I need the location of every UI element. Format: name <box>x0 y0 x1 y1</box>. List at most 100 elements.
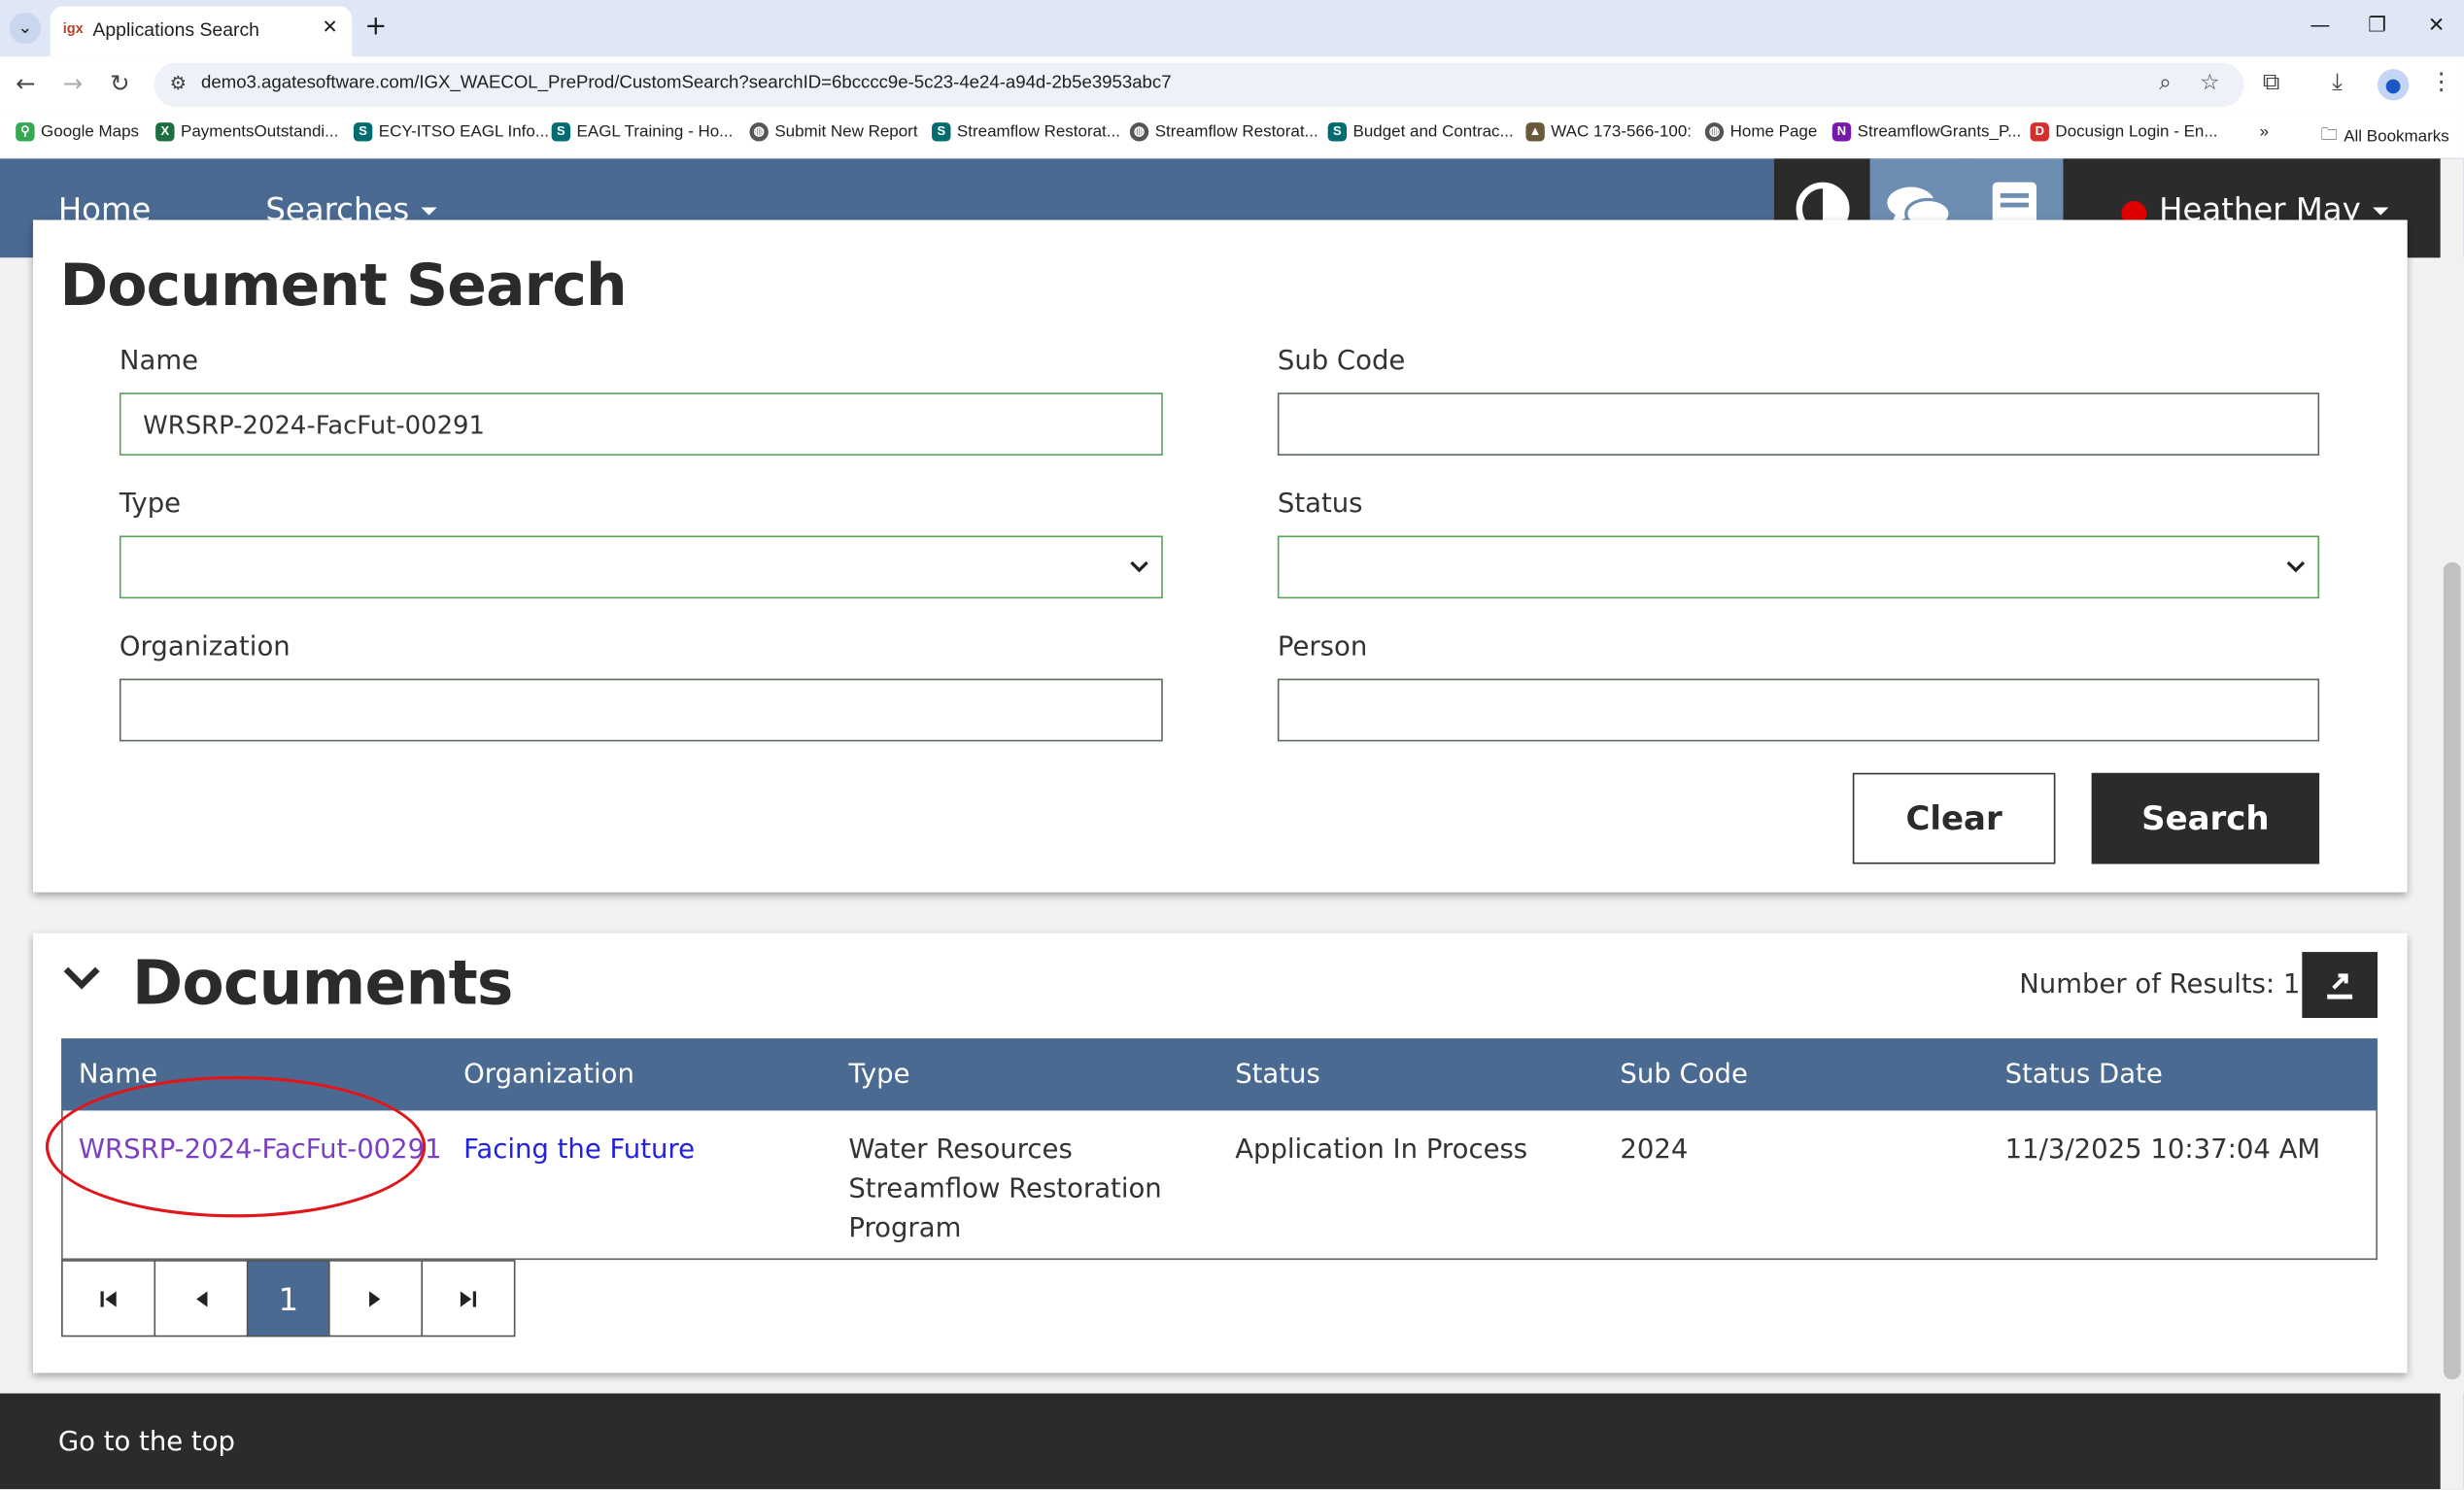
browser-menu-icon[interactable]: ⋮ <box>2429 68 2452 96</box>
profile-avatar-icon[interactable]: ● <box>2377 69 2410 101</box>
bookmark-item[interactable]: D Docusign Login - En... <box>2030 122 2218 142</box>
last-page-button[interactable] <box>421 1260 516 1338</box>
tab-list-button[interactable]: ⌄ <box>9 12 42 45</box>
subcode-label: Sub Code <box>1277 345 1406 378</box>
restore-icon[interactable]: ❐ <box>2368 15 2386 38</box>
back-icon[interactable]: ← <box>16 69 35 97</box>
globe-icon: ◍ <box>1704 122 1725 142</box>
sharepoint-icon: S <box>353 122 373 142</box>
bookmark-item[interactable]: X PaymentsOutstandi... <box>155 122 338 142</box>
status-label: Status <box>1277 488 1363 521</box>
page-title: Document Search <box>59 251 627 320</box>
close-tab-icon[interactable]: ✕ <box>322 16 337 38</box>
document-sub-code: 2024 <box>1620 1134 1689 1167</box>
tab-title: Applications Search <box>92 18 259 42</box>
folder-icon: 🗀 <box>2320 125 2338 145</box>
document-status: Application In Process <box>1235 1134 1528 1167</box>
last-page-icon <box>460 1290 477 1306</box>
browser-tabstrip: ⌄ igx Applications Search ✕ + — ❐ ✕ <box>0 0 2464 57</box>
site-settings-icon[interactable]: ⚙ <box>170 72 187 94</box>
new-tab-icon[interactable]: + <box>364 11 387 42</box>
more-bookmarks-icon[interactable]: » <box>2260 122 2269 141</box>
browser-toolbar: ← → ↻ ⚙ demo3.agatesoftware.com/IGX_WAEC… <box>0 56 2464 114</box>
chevron-down-icon <box>2286 560 2306 573</box>
sharepoint-icon: S <box>1327 122 1348 142</box>
bookmark-item[interactable]: S ECY-ITSO EAGL Info... <box>353 122 549 142</box>
bookmark-item[interactable]: N StreamflowGrants_P... <box>1831 122 2021 142</box>
page-number-current[interactable]: 1 <box>246 1260 330 1338</box>
page-footer: Go to the top <box>0 1393 2464 1490</box>
document-type: Water Resources Streamflow Restoration P… <box>848 1134 1162 1244</box>
organization-label: Organization <box>119 631 291 663</box>
address-bar[interactable]: ⚙ demo3.agatesoftware.com/IGX_WAECOL_Pre… <box>154 62 2244 107</box>
next-page-button[interactable] <box>328 1260 424 1338</box>
col-header-sub-code[interactable]: Sub Code <box>1620 1059 1747 1090</box>
next-page-icon <box>369 1290 381 1306</box>
docusign-icon: D <box>2030 122 2049 142</box>
bookmark-item[interactable]: ◍ Streamflow Restorat... <box>1129 122 1318 142</box>
clear-button[interactable]: Clear <box>1852 772 2056 864</box>
bookmark-star-icon[interactable]: ☆ <box>2200 71 2219 96</box>
results-count: Number of Results: 1 <box>2019 968 2301 1001</box>
bookmark-item[interactable]: ⚲ Google Maps <box>16 122 139 142</box>
col-header-status-date[interactable]: Status Date <box>2005 1059 2163 1090</box>
subcode-input[interactable] <box>1277 392 2320 457</box>
bookmark-item[interactable]: S Budget and Contrac... <box>1327 122 1514 142</box>
chevron-down-icon <box>1130 560 1148 573</box>
capitol-icon: ▲ <box>1525 122 1545 142</box>
zoom-icon[interactable]: ⌕ <box>2159 71 2172 96</box>
minimize-icon[interactable]: — <box>2310 15 2330 38</box>
first-page-button[interactable] <box>61 1260 156 1338</box>
go-to-top-link[interactable]: Go to the top <box>58 1427 235 1458</box>
all-bookmarks[interactable]: 🗀 All Bookmarks <box>2321 122 2449 151</box>
first-page-icon <box>100 1290 117 1306</box>
search-button[interactable]: Search <box>2091 772 2320 864</box>
name-input[interactable]: WRSRP-2024-FacFut-00291 <box>119 392 1163 457</box>
close-window-icon[interactable]: ✕ <box>2428 15 2446 38</box>
caret-down-icon <box>2373 207 2389 216</box>
sharepoint-icon: S <box>932 122 951 142</box>
col-header-type[interactable]: Type <box>848 1059 909 1090</box>
globe-icon: ◍ <box>1129 122 1149 142</box>
name-label: Name <box>119 345 199 378</box>
bookmark-item[interactable]: S EAGL Training - Ho... <box>551 122 733 142</box>
caret-down-icon <box>422 207 438 216</box>
sharepoint-icon: S <box>551 122 571 142</box>
person-input[interactable] <box>1277 678 2320 742</box>
col-header-status[interactable]: Status <box>1235 1059 1320 1090</box>
collapse-chevron-icon[interactable] <box>63 965 101 990</box>
organization-input[interactable] <box>119 678 1163 742</box>
bookmark-item[interactable]: S Streamflow Restorat... <box>932 122 1120 142</box>
excel-icon: X <box>155 122 175 142</box>
documents-title: Documents <box>131 948 514 1020</box>
onenote-icon: N <box>1831 122 1852 142</box>
col-header-organization[interactable]: Organization <box>463 1059 634 1090</box>
organization-link[interactable]: Facing the Future <box>463 1131 695 1169</box>
browser-tab[interactable]: igx Applications Search ✕ <box>50 6 353 57</box>
extensions-icon[interactable]: ⧉ <box>2263 68 2279 96</box>
type-select[interactable] <box>119 535 1163 599</box>
downloads-icon[interactable]: ⤓ <box>2332 68 2343 96</box>
url-text: demo3.agatesoftware.com/IGX_WAECOL_PrePr… <box>201 74 1172 93</box>
bookmark-item[interactable]: ◍ Home Page <box>1704 122 1817 142</box>
annotation-circle <box>45 1075 427 1218</box>
prev-page-icon <box>196 1290 208 1306</box>
bookmark-item[interactable]: ◍ Submit New Report <box>749 122 918 142</box>
scrollbar-thumb[interactable] <box>2443 561 2461 1379</box>
pagination: 1 <box>61 1260 516 1338</box>
export-icon <box>2327 973 2353 999</box>
person-label: Person <box>1277 631 1368 663</box>
map-pin-icon: ⚲ <box>16 122 35 142</box>
reload-icon[interactable]: ↻ <box>110 69 129 97</box>
forward-icon[interactable]: → <box>63 69 83 97</box>
bookmarks-bar: ⚲ Google Maps X PaymentsOutstandi... S ECY-… <box>0 113 2464 157</box>
export-button[interactable] <box>2302 952 2378 1019</box>
prev-page-button[interactable] <box>154 1260 249 1338</box>
status-select[interactable] <box>1277 535 2320 599</box>
bookmark-item[interactable]: ▲ WAC 173-566-100: <box>1525 122 1692 142</box>
globe-icon: ◍ <box>749 122 769 142</box>
type-label: Type <box>119 488 182 521</box>
igx-favicon-icon: igx <box>62 20 84 37</box>
results-table-header: Name Organization Type Status Sub Code S… <box>61 1038 2378 1111</box>
document-status-date: 11/3/2025 10:37:04 AM <box>2004 1134 2321 1167</box>
